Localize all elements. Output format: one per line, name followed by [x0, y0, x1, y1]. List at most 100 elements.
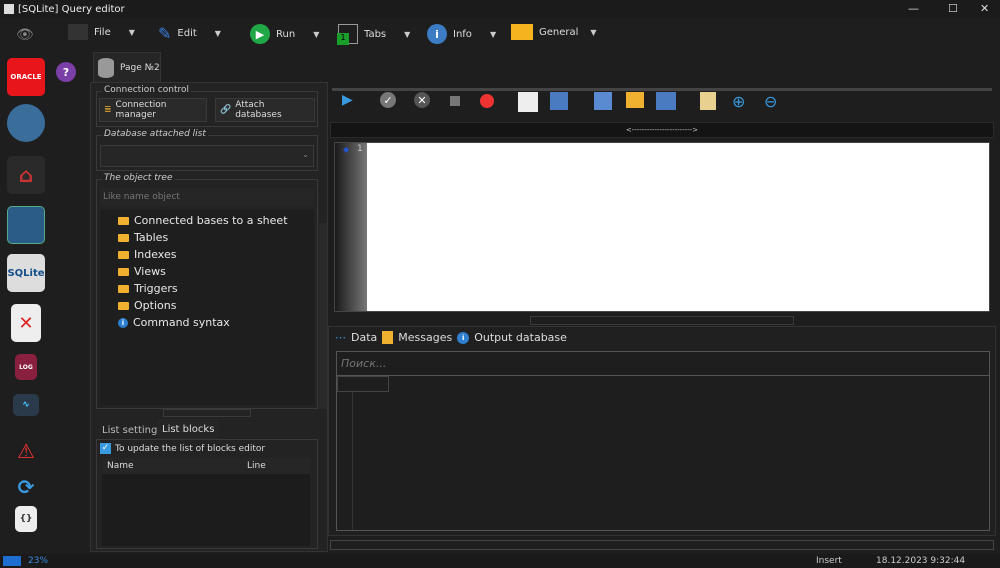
chevron-down-icon: ▼ — [404, 29, 411, 39]
tree-item-label: Connected bases to a sheet — [134, 214, 288, 227]
tree-scrollbar[interactable] — [319, 223, 327, 409]
object-tree: Connected bases to a sheet Tables Indexes V… — [100, 210, 314, 405]
row-header — [337, 392, 353, 530]
log-icon[interactable]: LOG — [15, 354, 37, 380]
chevron-down-icon: ▼ — [214, 29, 221, 38]
sqlserver-icon[interactable]: ⌂ — [7, 156, 45, 194]
maximize-button[interactable]: ☐ — [948, 2, 958, 15]
info-menu[interactable]: i Info ▼ — [427, 24, 496, 44]
tree-item[interactable]: Indexes — [118, 246, 314, 263]
chevron-down-icon: ▼ — [313, 29, 320, 39]
tab-messages[interactable]: Messages — [398, 331, 452, 344]
update-blocks-checkbox[interactable]: ✓ To update the list of blocks editor — [100, 443, 265, 454]
execute-icon[interactable]: ▶ — [342, 92, 358, 108]
info-icon: i — [427, 24, 447, 44]
commit-icon[interactable]: ✓ — [380, 92, 396, 108]
editor-splitter[interactable]: <------------------------> — [330, 122, 994, 138]
open-folder-icon[interactable] — [626, 92, 644, 108]
sql-editor[interactable]: ◆ 1 — [334, 142, 990, 312]
tab-page-2[interactable]: Page №2 — [93, 52, 161, 82]
chevron-down-icon: ⌄ — [302, 150, 309, 159]
status-bar: 23% Insert 18.12.2023 9:32:44 — [0, 554, 1000, 568]
minimize-button[interactable]: — — [908, 2, 919, 15]
tab-output-database[interactable]: Output database — [474, 331, 567, 344]
folder-icon — [118, 216, 129, 225]
grid-search-input[interactable] — [337, 352, 989, 376]
database-sidebar: ORACLE ? ⌂ SQLite ✕ LOG ∿ ⚠ ⟳ {} — [0, 52, 88, 552]
tab-data[interactable]: Data — [351, 331, 377, 344]
record-icon[interactable] — [480, 94, 494, 108]
edit-menu[interactable]: ✎ Edit ▼ — [158, 24, 221, 43]
object-filter-input[interactable] — [100, 188, 314, 206]
datetime: 18.12.2023 9:32:44 — [876, 556, 966, 566]
help-icon[interactable]: ? — [56, 62, 76, 82]
tree-item[interactable]: Views — [118, 263, 314, 280]
tree-item[interactable]: Triggers — [118, 280, 314, 297]
app-icon — [4, 4, 14, 14]
link-icon: 🔗 — [220, 105, 232, 115]
general-menu[interactable]: General ▼ — [511, 24, 597, 40]
postgresql-icon[interactable] — [7, 104, 45, 142]
list-blocks-panel: ✓ To update the list of blocks editor Na… — [96, 439, 318, 549]
bookmark-icon: ◆ — [343, 145, 350, 154]
column-name[interactable]: Name — [102, 461, 242, 471]
tab-list-settings[interactable]: List settings — [102, 425, 163, 436]
results-splitter[interactable] — [530, 316, 794, 325]
line-number: 1 — [357, 144, 363, 154]
database-attached-group: Database attached list ⌄ — [96, 129, 318, 171]
properties-icon[interactable] — [700, 92, 716, 110]
divider — [332, 88, 992, 91]
script-edit-icon[interactable]: {} — [15, 506, 37, 532]
folder-icon — [118, 233, 129, 242]
grid-icon: ⋯ — [335, 331, 346, 344]
connection-manager-button[interactable]: ≣ Connection manager — [99, 98, 207, 122]
insert-mode: Insert — [816, 556, 842, 566]
column-line[interactable]: Line — [242, 461, 266, 471]
tabs-icon: 1 — [337, 24, 358, 45]
zoom-out-icon[interactable]: ⊖ — [764, 92, 780, 111]
save-all-icon[interactable] — [656, 92, 676, 110]
sqlite-icon[interactable]: SQLite — [7, 254, 45, 292]
save-icon[interactable] — [550, 92, 568, 110]
zoom-in-icon[interactable]: ⊕ — [732, 92, 748, 111]
stop-icon[interactable] — [450, 96, 460, 106]
file-menu[interactable]: File ▼ — [68, 24, 135, 40]
line-gutter: ◆ 1 — [335, 143, 367, 311]
clipboard-icon[interactable] — [518, 92, 538, 112]
eye-icon[interactable]: 👁 — [16, 27, 34, 43]
checkbox-checked-icon: ✓ — [100, 443, 111, 454]
tabs-menu[interactable]: 1 Tabs ▼ — [337, 24, 411, 45]
database-icon — [98, 57, 114, 78]
delete-file-icon[interactable]: ✕ — [11, 304, 41, 342]
window-title: [SQLite] Query editor — [18, 3, 125, 15]
folder-icon — [118, 284, 129, 293]
oracle-icon[interactable]: ORACLE — [7, 58, 45, 96]
tree-item[interactable]: Options — [118, 297, 314, 314]
panel-splitter[interactable] — [163, 409, 251, 417]
attached-databases-dropdown[interactable]: ⌄ — [100, 145, 314, 167]
chevron-down-icon: ▼ — [489, 29, 497, 39]
refresh-icon[interactable]: ⟳ — [7, 468, 45, 506]
save-copy-icon[interactable] — [594, 92, 612, 110]
run-menu[interactable]: ▶ Run ▼ — [250, 24, 319, 44]
mysql-icon[interactable] — [7, 206, 45, 244]
tree-item-label: Views — [134, 265, 166, 278]
title-bar: [SQLite] Query editor — ☐ ✕ — [0, 0, 1000, 18]
attach-databases-button[interactable]: 🔗 Attach databases — [215, 98, 315, 122]
warning-icon[interactable]: ⚠ — [7, 432, 45, 470]
monitor-icon[interactable]: ∿ — [13, 394, 39, 416]
object-tree-group: The object tree Connected bases to a she… — [96, 173, 318, 409]
results-tabs: ⋯ Data Messages i Output database — [335, 331, 567, 344]
horizontal-scrollbar[interactable] — [330, 540, 994, 550]
tree-item-label: Options — [134, 299, 177, 312]
progress-bar — [3, 556, 21, 566]
folder-icon — [118, 267, 129, 276]
chevron-down-icon: ▼ — [128, 27, 135, 37]
tree-item[interactable]: Tables — [118, 229, 314, 246]
rollback-icon[interactable]: ✕ — [414, 92, 430, 108]
tree-item[interactable]: Connected bases to a sheet — [118, 212, 314, 229]
close-button[interactable]: ✕ — [980, 2, 989, 15]
tree-item[interactable]: i Command syntax — [118, 314, 314, 331]
tab-list-blocks[interactable]: List blocks — [157, 419, 220, 439]
folder-icon — [511, 24, 533, 40]
